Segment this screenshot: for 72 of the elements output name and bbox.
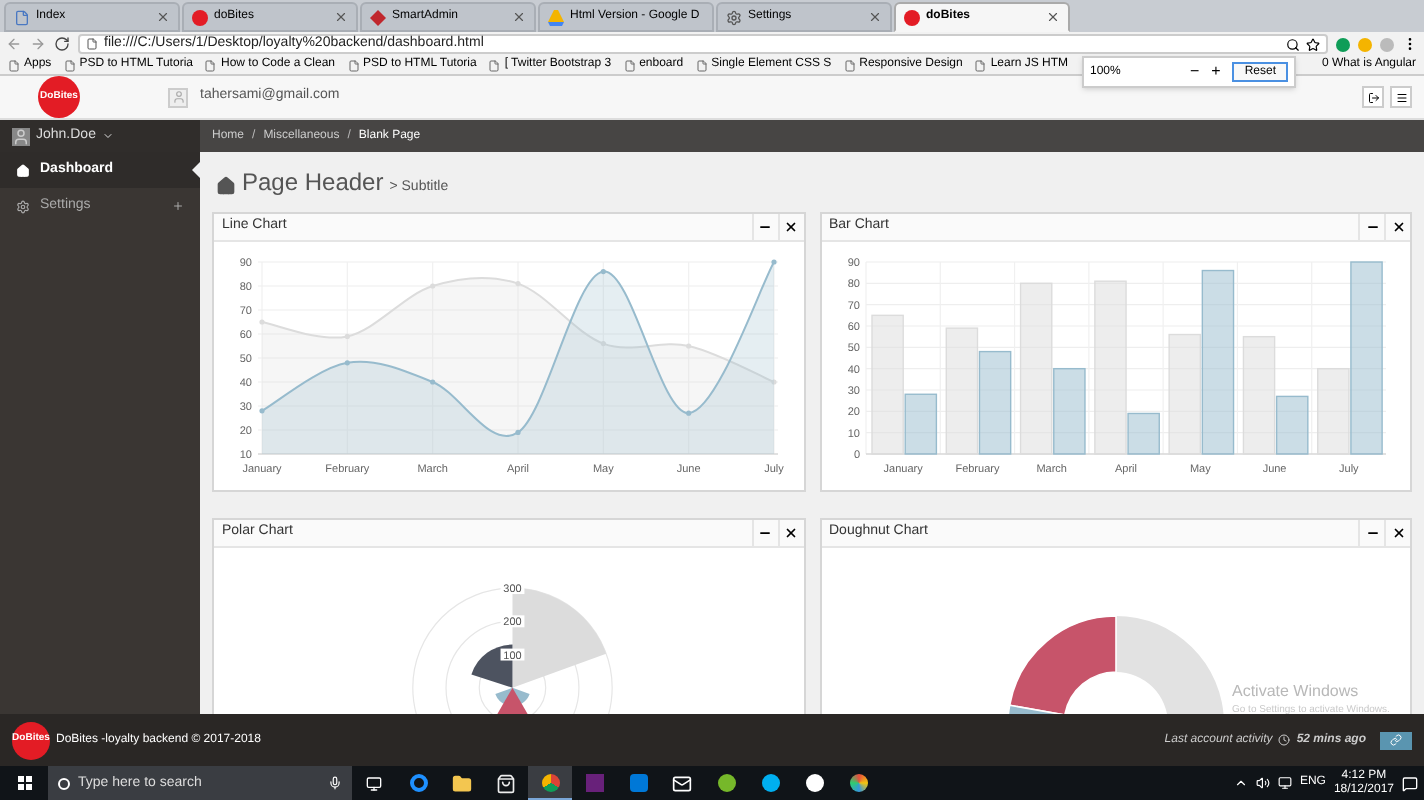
close-icon bbox=[784, 526, 798, 540]
folder-icon bbox=[452, 773, 472, 793]
home-icon bbox=[16, 163, 30, 177]
bookmark-icon bbox=[347, 59, 360, 71]
zoom-out-button[interactable]: − bbox=[1189, 60, 1200, 84]
app-icon bbox=[805, 774, 823, 792]
bookmark-icon bbox=[63, 59, 76, 71]
diamond-icon bbox=[370, 9, 386, 25]
app-icon bbox=[541, 773, 559, 791]
cortana-icon bbox=[58, 777, 70, 789]
logo-icon bbox=[192, 9, 208, 25]
zoom-in-button[interactable]: + bbox=[1211, 60, 1221, 84]
activation-notice-title: Activate Windows bbox=[1232, 680, 1361, 704]
avatar-icon bbox=[171, 90, 185, 104]
close-icon[interactable] bbox=[156, 10, 170, 24]
expand-icon bbox=[172, 200, 184, 212]
bookmark-icon bbox=[843, 59, 856, 71]
bookmark-icon bbox=[974, 59, 987, 71]
mic-icon bbox=[328, 776, 342, 790]
reload-icon[interactable] bbox=[54, 36, 70, 52]
page-title: Page Header bbox=[242, 166, 384, 200]
network-icon[interactable] bbox=[1277, 776, 1292, 790]
page-icon bbox=[86, 38, 98, 50]
close-icon[interactable] bbox=[512, 10, 526, 24]
app-icon bbox=[717, 774, 735, 792]
close-icon bbox=[1391, 220, 1405, 234]
active-pointer bbox=[192, 162, 200, 178]
home-icon bbox=[216, 176, 236, 196]
page-icon bbox=[14, 9, 30, 25]
triangle-icon bbox=[548, 9, 564, 25]
minus-icon bbox=[758, 526, 772, 540]
close-icon[interactable] bbox=[868, 10, 882, 24]
bag-icon bbox=[496, 773, 516, 793]
bookmark-icon bbox=[8, 59, 20, 71]
menu-icon bbox=[1395, 91, 1407, 103]
close-icon bbox=[1391, 526, 1405, 540]
app-icon bbox=[629, 774, 647, 792]
close-icon bbox=[784, 220, 798, 234]
logo-icon bbox=[904, 9, 920, 25]
close-icon[interactable] bbox=[334, 10, 348, 24]
notification-icon[interactable] bbox=[1402, 775, 1418, 791]
logout-icon bbox=[1367, 91, 1379, 103]
bookmark-star-icon[interactable] bbox=[1306, 37, 1320, 51]
close-icon[interactable] bbox=[1046, 10, 1060, 24]
caret-icon bbox=[101, 130, 114, 142]
bookmark-icon bbox=[623, 59, 636, 71]
settings-icon bbox=[16, 199, 30, 213]
link-icon bbox=[1390, 734, 1402, 746]
zoom-icon[interactable] bbox=[1286, 37, 1300, 51]
link-button[interactable] bbox=[1380, 731, 1412, 749]
app-icon bbox=[409, 774, 427, 792]
tray-expand-icon[interactable] bbox=[1233, 776, 1248, 790]
bookmark-icon bbox=[488, 59, 501, 71]
logout-button[interactable] bbox=[1362, 86, 1384, 108]
app-icon bbox=[585, 774, 603, 792]
app-icon bbox=[761, 774, 779, 792]
collapse-button[interactable] bbox=[1358, 520, 1384, 546]
minus-icon bbox=[1365, 526, 1379, 540]
menu-button[interactable] bbox=[1390, 86, 1412, 108]
mail-icon bbox=[672, 773, 692, 793]
bookmark-icon bbox=[204, 59, 217, 71]
avatar-icon bbox=[12, 127, 30, 145]
collapse-button[interactable] bbox=[1358, 214, 1384, 240]
settings-icon bbox=[726, 9, 742, 25]
taskbar-app[interactable] bbox=[528, 766, 572, 800]
clock-icon bbox=[1278, 734, 1291, 746]
app-icon bbox=[849, 774, 867, 792]
volume-icon[interactable] bbox=[1255, 776, 1270, 790]
bookmark-icon bbox=[695, 59, 708, 71]
task-view-icon[interactable] bbox=[366, 775, 382, 791]
minus-icon bbox=[758, 220, 772, 234]
minus-icon bbox=[1365, 220, 1379, 234]
